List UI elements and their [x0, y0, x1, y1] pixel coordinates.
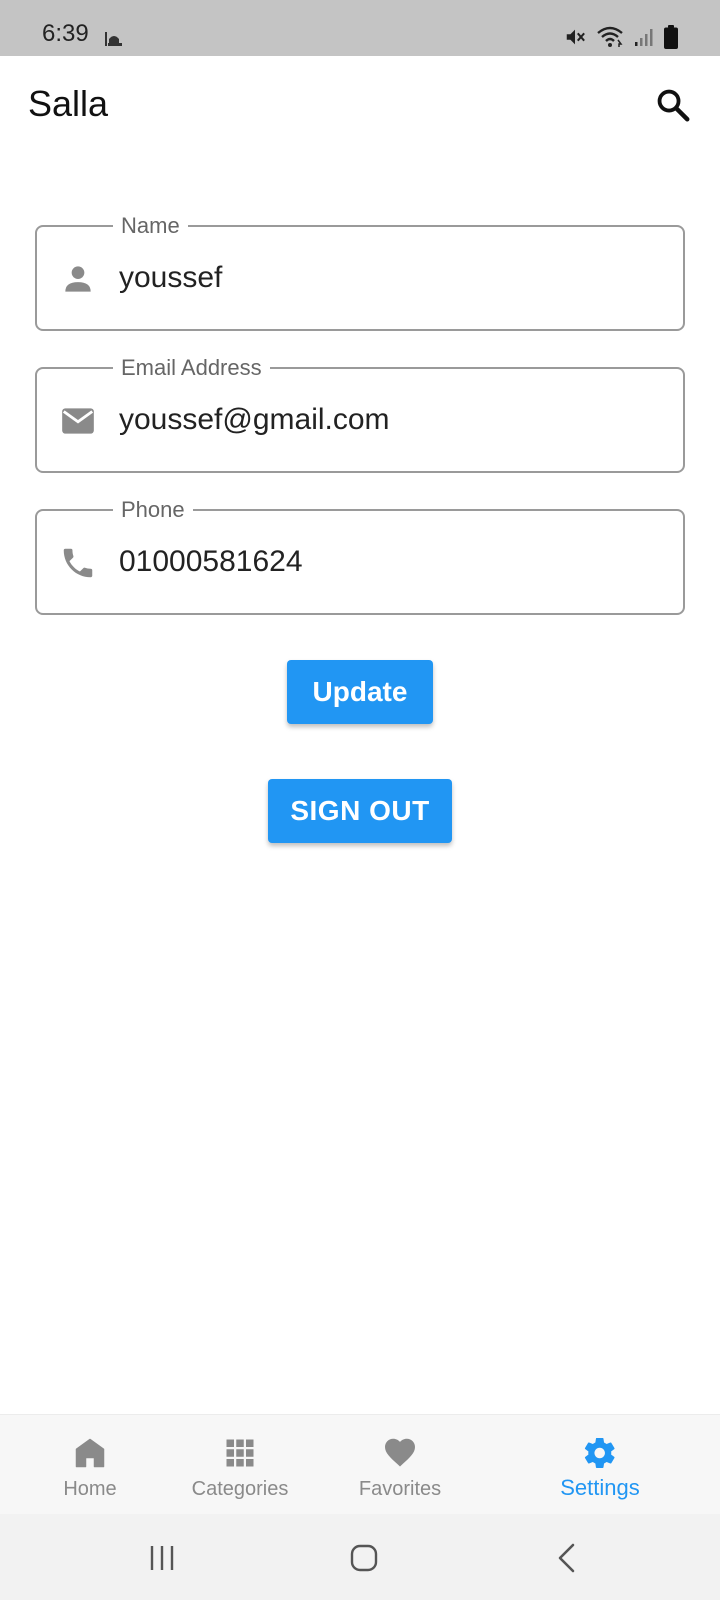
name-field[interactable]: Name	[35, 212, 685, 331]
grid-icon	[226, 1439, 254, 1467]
phone-field[interactable]: Phone	[35, 496, 685, 615]
system-navigation-bar	[0, 1514, 720, 1600]
gear-icon	[584, 1438, 615, 1468]
status-time: 6:39	[42, 20, 89, 47]
name-input[interactable]	[119, 258, 659, 298]
app-title: Salla	[28, 83, 109, 124]
sign-out-button[interactable]: SIGN OUT	[268, 779, 452, 843]
email-input[interactable]	[119, 400, 659, 440]
recent-apps-button[interactable]	[142, 1538, 182, 1578]
nav-item-settings[interactable]: Settings	[510, 1415, 690, 1515]
nav-label-categories: Categories	[191, 1478, 289, 1500]
phone-icon	[63, 548, 93, 578]
wifi-icon	[597, 26, 623, 47]
home-circle-icon	[350, 1544, 378, 1572]
recent-apps-icon	[150, 1546, 174, 1570]
nav-label-favorites: Favorites	[358, 1478, 442, 1500]
back-system-button[interactable]	[548, 1538, 588, 1578]
name-label: Name	[113, 212, 188, 240]
bottom-navigation: Home Categories Favorites Settings	[0, 1414, 720, 1514]
update-button[interactable]: Update	[287, 660, 433, 724]
search-icon	[657, 89, 690, 122]
battery-icon	[664, 25, 678, 49]
mosque-icon	[105, 32, 122, 46]
email-field[interactable]: Email Address	[35, 354, 685, 473]
status-bar: 6:39	[0, 0, 720, 56]
nav-label-settings: Settings	[560, 1475, 640, 1500]
nav-item-favorites[interactable]: Favorites	[310, 1415, 490, 1515]
back-icon	[558, 1543, 575, 1573]
email-icon	[62, 408, 94, 434]
heart-icon	[385, 1438, 415, 1467]
signal-icon	[635, 29, 653, 46]
email-label: Email Address	[113, 354, 270, 382]
phone-input[interactable]	[119, 542, 659, 582]
home-icon	[75, 1438, 105, 1468]
app-bar: Salla	[0, 56, 720, 152]
search-button[interactable]	[654, 86, 692, 124]
phone-label: Phone	[113, 496, 193, 524]
mute-icon	[566, 29, 585, 45]
person-icon	[65, 266, 91, 292]
status-icons	[564, 24, 678, 50]
home-system-button[interactable]	[344, 1538, 384, 1578]
nav-item-categories[interactable]: Categories	[150, 1415, 330, 1515]
